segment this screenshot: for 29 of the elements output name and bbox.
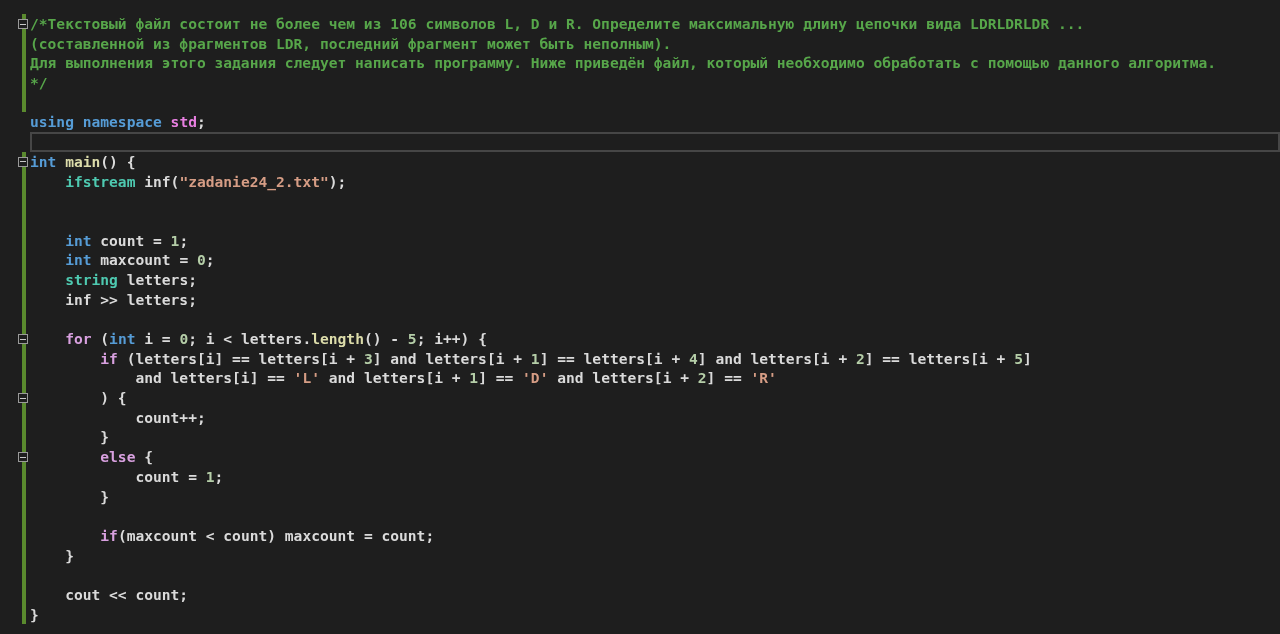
code-line: (составленной из фрагментов LDR, последний фрагмент может быть неполным). [30,34,672,52]
collapse-icon[interactable] [18,19,28,29]
code-line: /*Текстовый файл состоит не более чем из 106 символов L, D и R. Определите максимальную длину цепочки вида LDRLDRLDR ... [30,15,1085,32]
code-line: ) { [99,389,127,407]
code-line: } [30,605,39,623]
code-line: int maxcount = 0; [64,251,215,269]
code-line: if (letters[i] == letters[i + 3] and letters[i + 1] == letters[i + 4] and letters[i + 2] == letters[i + 5] [99,349,1032,367]
collapse-icon[interactable] [18,156,28,167]
code-line: } [99,428,110,446]
code-line: ifstream inf("zadanie24_2.txt"); [64,172,347,190]
code-line: */ [30,74,48,92]
code-line: int main() { [30,152,136,170]
code-line: cout << count; [64,585,189,603]
code-line: count = 1; [134,467,224,485]
code-line: else { [99,448,153,466]
code-line: using namespace std; [30,113,206,131]
collapse-icon[interactable] [18,393,28,404]
code-line: and letters[i] == 'L' and letters[i + 1] == 'D' and letters[i + 2] == 'R' [134,369,777,387]
code-line: count++; [134,408,206,426]
code-line: if(maxcount < count) maxcount = count; [99,526,435,544]
code-line: inf >> letters; [64,290,197,308]
collapse-icon[interactable] [18,334,28,344]
code-line: int count = 1; [64,231,189,249]
collapse-icon[interactable] [18,452,28,463]
code-line: } [99,487,110,505]
code-line: string letters; [64,270,197,288]
code-line: } [64,546,74,564]
code-line: for (int i = 0; i < letters.length() - 5; i++) { [64,330,487,347]
code-line: Для выполнения этого задания следует написать программу. Ниже приведён файл, который необходимо обработать с помощью данного алгоритма. [30,54,1217,72]
